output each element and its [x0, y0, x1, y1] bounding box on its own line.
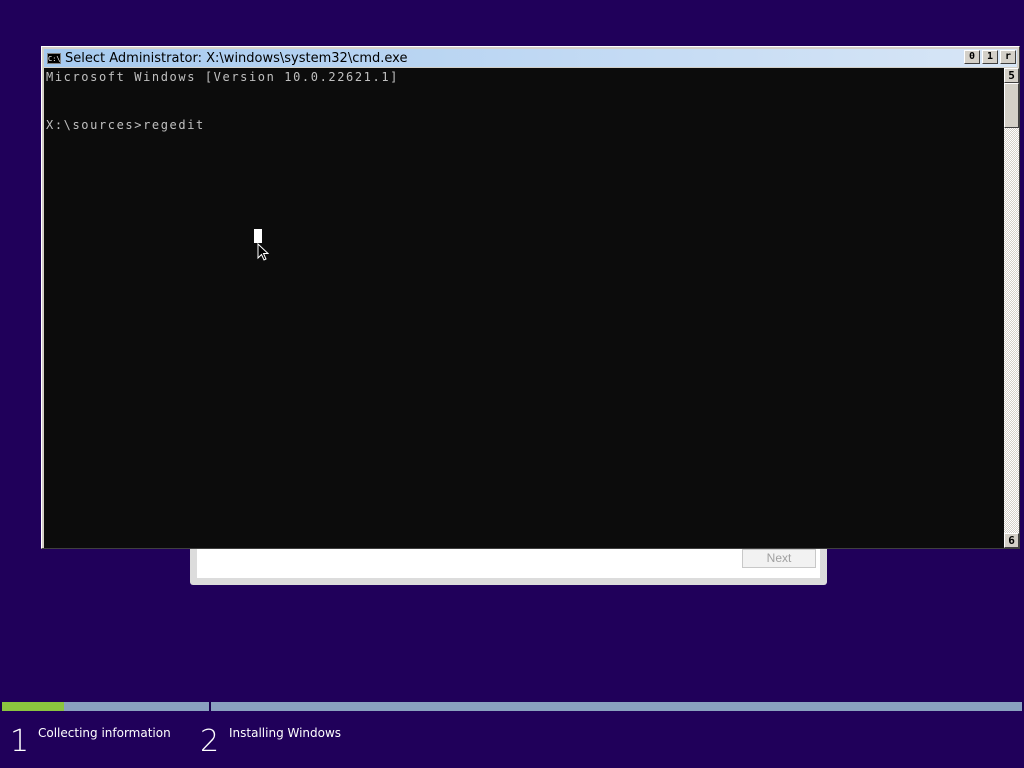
scroll-thumb[interactable]	[1004, 83, 1019, 128]
scroll-track[interactable]	[1004, 128, 1019, 533]
cmd-app-icon[interactable]: C:\	[47, 52, 61, 64]
setup-dialog-body: Next	[197, 545, 820, 578]
next-button[interactable]: Next	[742, 549, 816, 568]
minimize-button[interactable]: 0	[964, 50, 980, 64]
step-number: 1	[10, 724, 30, 759]
step-number: 2	[200, 724, 220, 759]
cmd-window[interactable]: C:\ Select Administrator: X:\windows\sys…	[41, 46, 1020, 549]
close-button[interactable]: r	[1000, 50, 1016, 64]
console-line-prompt: X:\sources>regedit	[46, 118, 205, 132]
console-line-version: Microsoft Windows [Version 10.0.22621.1]	[46, 70, 399, 84]
scroll-down-button[interactable]: 6	[1004, 533, 1019, 548]
console-output[interactable]: Microsoft Windows [Version 10.0.22621.1]…	[44, 68, 1004, 548]
progress-segment-installing	[211, 702, 1022, 711]
progress-fill	[2, 702, 64, 711]
title-bar[interactable]: C:\ Select Administrator: X:\windows\sys…	[44, 49, 1017, 67]
window-controls: 0 1 r	[962, 50, 1016, 64]
mouse-pointer-icon	[257, 243, 269, 261]
setup-dialog: Next	[190, 545, 827, 585]
maximize-button[interactable]: 1	[982, 50, 998, 64]
step-label: Collecting information	[38, 726, 171, 740]
window-title: Select Administrator: X:\windows\system3…	[65, 50, 408, 66]
text-cursor	[254, 229, 262, 243]
vertical-scrollbar[interactable]: 5 6	[1004, 68, 1019, 548]
scroll-up-button[interactable]: 5	[1004, 68, 1019, 83]
step-label: Installing Windows	[229, 726, 342, 740]
